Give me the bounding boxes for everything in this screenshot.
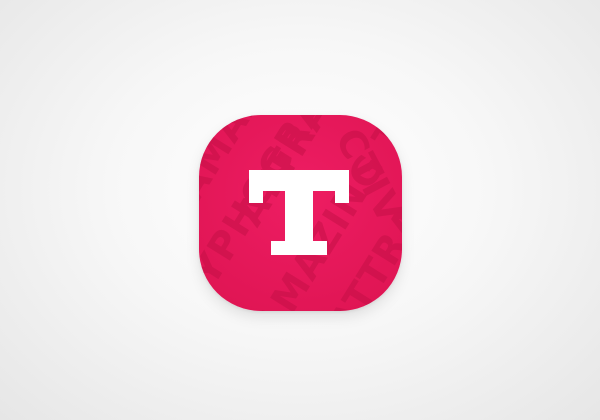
app-icon-graphic: AMAZING ATTRACT CTIV TYPHOGRAPHY AMAZING… (199, 115, 402, 311)
app-icon[interactable]: AMAZING ATTRACT CTIV TYPHOGRAPHY AMAZING… (199, 115, 402, 311)
canvas: AMAZING ATTRACT CTIV TYPHOGRAPHY AMAZING… (0, 0, 600, 420)
